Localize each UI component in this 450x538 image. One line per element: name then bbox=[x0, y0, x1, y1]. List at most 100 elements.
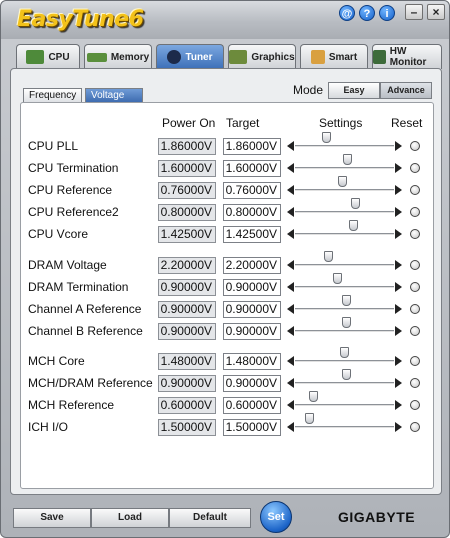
slider-track[interactable] bbox=[295, 404, 394, 406]
increase-arrow-icon[interactable] bbox=[395, 207, 402, 217]
help-icon[interactable]: ? bbox=[359, 5, 375, 21]
target-input[interactable]: 0.60000V bbox=[223, 397, 281, 414]
increase-arrow-icon[interactable] bbox=[395, 356, 402, 366]
slider-track[interactable] bbox=[295, 167, 394, 169]
voltage-slider[interactable] bbox=[287, 317, 402, 339]
slider-thumb[interactable] bbox=[343, 154, 352, 165]
decrease-arrow-icon[interactable] bbox=[287, 163, 294, 173]
tab-tuner[interactable]: Tuner bbox=[156, 44, 224, 69]
target-input[interactable]: 1.50000V bbox=[223, 419, 281, 436]
slider-thumb[interactable] bbox=[333, 273, 342, 284]
slider-track[interactable] bbox=[295, 189, 394, 191]
increase-arrow-icon[interactable] bbox=[395, 400, 402, 410]
decrease-arrow-icon[interactable] bbox=[287, 207, 294, 217]
target-input[interactable]: 2.20000V bbox=[223, 257, 281, 274]
decrease-arrow-icon[interactable] bbox=[287, 378, 294, 388]
reset-radio[interactable] bbox=[410, 422, 420, 432]
tab-graphics[interactable]: Graphics bbox=[228, 44, 296, 69]
voltage-slider[interactable] bbox=[287, 295, 402, 317]
increase-arrow-icon[interactable] bbox=[395, 260, 402, 270]
reset-radio[interactable] bbox=[410, 229, 420, 239]
target-input[interactable]: 1.48000V bbox=[223, 353, 281, 370]
reset-radio[interactable] bbox=[410, 207, 420, 217]
target-input[interactable]: 0.90000V bbox=[223, 323, 281, 340]
slider-track[interactable] bbox=[295, 211, 394, 213]
target-input[interactable]: 1.60000V bbox=[223, 160, 281, 177]
slider-thumb[interactable] bbox=[324, 251, 333, 262]
decrease-arrow-icon[interactable] bbox=[287, 400, 294, 410]
at-icon[interactable]: @ bbox=[339, 5, 355, 21]
slider-thumb[interactable] bbox=[309, 391, 318, 402]
save-button[interactable]: Save bbox=[13, 508, 91, 528]
increase-arrow-icon[interactable] bbox=[395, 229, 402, 239]
slider-thumb[interactable] bbox=[322, 132, 331, 143]
reset-radio[interactable] bbox=[410, 260, 420, 270]
slider-track[interactable] bbox=[295, 264, 394, 266]
increase-arrow-icon[interactable] bbox=[395, 304, 402, 314]
target-input[interactable]: 0.90000V bbox=[223, 279, 281, 296]
slider-thumb[interactable] bbox=[342, 369, 351, 380]
decrease-arrow-icon[interactable] bbox=[287, 304, 294, 314]
default-button[interactable]: Default bbox=[169, 508, 251, 528]
reset-radio[interactable] bbox=[410, 282, 420, 292]
mode-advance-button[interactable]: Advance bbox=[380, 82, 432, 99]
reset-radio[interactable] bbox=[410, 141, 420, 151]
target-input[interactable]: 0.90000V bbox=[223, 375, 281, 392]
voltage-slider[interactable] bbox=[287, 273, 402, 295]
increase-arrow-icon[interactable] bbox=[395, 326, 402, 336]
target-input[interactable]: 0.80000V bbox=[223, 204, 281, 221]
reset-radio[interactable] bbox=[410, 400, 420, 410]
target-input[interactable]: 1.86000V bbox=[223, 138, 281, 155]
set-button[interactable]: Set bbox=[260, 501, 292, 533]
increase-arrow-icon[interactable] bbox=[395, 422, 402, 432]
slider-thumb[interactable] bbox=[351, 198, 360, 209]
close-button[interactable]: × bbox=[427, 4, 445, 20]
load-button[interactable]: Load bbox=[91, 508, 169, 528]
voltage-slider[interactable] bbox=[287, 132, 402, 154]
decrease-arrow-icon[interactable] bbox=[287, 356, 294, 366]
slider-track[interactable] bbox=[295, 426, 394, 428]
info-icon[interactable]: i bbox=[379, 5, 395, 21]
voltage-slider[interactable] bbox=[287, 413, 402, 435]
voltage-slider[interactable] bbox=[287, 176, 402, 198]
tab-cpu[interactable]: CPU bbox=[16, 44, 80, 69]
increase-arrow-icon[interactable] bbox=[395, 185, 402, 195]
slider-track[interactable] bbox=[295, 233, 394, 235]
decrease-arrow-icon[interactable] bbox=[287, 185, 294, 195]
voltage-slider[interactable] bbox=[287, 251, 402, 273]
decrease-arrow-icon[interactable] bbox=[287, 229, 294, 239]
slider-track[interactable] bbox=[295, 145, 394, 147]
slider-thumb[interactable] bbox=[338, 176, 347, 187]
slider-track[interactable] bbox=[295, 330, 394, 332]
voltage-slider[interactable] bbox=[287, 369, 402, 391]
tab-hw-monitor[interactable]: HW Monitor bbox=[372, 44, 442, 69]
reset-radio[interactable] bbox=[410, 356, 420, 366]
voltage-slider[interactable] bbox=[287, 198, 402, 220]
slider-track[interactable] bbox=[295, 286, 394, 288]
decrease-arrow-icon[interactable] bbox=[287, 141, 294, 151]
slider-track[interactable] bbox=[295, 360, 394, 362]
voltage-slider[interactable] bbox=[287, 347, 402, 369]
slider-thumb[interactable] bbox=[340, 347, 349, 358]
minimize-button[interactable]: – bbox=[405, 4, 423, 20]
target-input[interactable]: 0.90000V bbox=[223, 301, 281, 318]
decrease-arrow-icon[interactable] bbox=[287, 282, 294, 292]
voltage-slider[interactable] bbox=[287, 220, 402, 242]
reset-radio[interactable] bbox=[410, 163, 420, 173]
mode-easy-button[interactable]: Easy bbox=[328, 82, 380, 99]
reset-radio[interactable] bbox=[410, 378, 420, 388]
slider-thumb[interactable] bbox=[349, 220, 358, 231]
target-input[interactable]: 0.76000V bbox=[223, 182, 281, 199]
increase-arrow-icon[interactable] bbox=[395, 378, 402, 388]
tab-smart[interactable]: Smart bbox=[300, 44, 368, 69]
voltage-slider[interactable] bbox=[287, 154, 402, 176]
slider-track[interactable] bbox=[295, 382, 394, 384]
decrease-arrow-icon[interactable] bbox=[287, 260, 294, 270]
increase-arrow-icon[interactable] bbox=[395, 282, 402, 292]
voltage-slider[interactable] bbox=[287, 391, 402, 413]
slider-thumb[interactable] bbox=[305, 413, 314, 424]
slider-thumb[interactable] bbox=[342, 317, 351, 328]
reset-radio[interactable] bbox=[410, 185, 420, 195]
increase-arrow-icon[interactable] bbox=[395, 163, 402, 173]
slider-track[interactable] bbox=[295, 308, 394, 310]
